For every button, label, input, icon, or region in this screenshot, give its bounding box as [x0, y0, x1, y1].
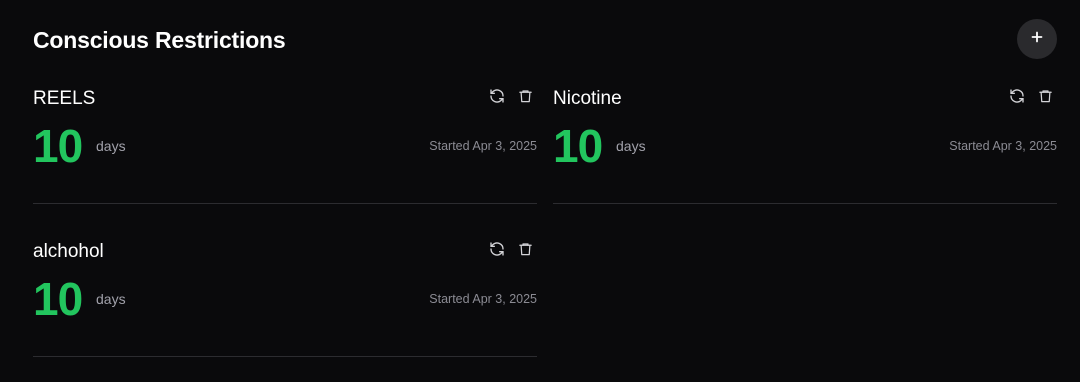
day-unit: days	[96, 138, 126, 154]
day-unit: days	[96, 291, 126, 307]
refresh-icon	[1009, 88, 1025, 109]
start-date: Started Apr 3, 2025	[429, 292, 537, 306]
restriction-card: alchohol 10 days Started Apr 3, 2025	[33, 237, 537, 357]
reset-button[interactable]	[487, 88, 507, 108]
day-unit: days	[616, 138, 646, 154]
reset-button[interactable]	[1007, 88, 1027, 108]
add-restriction-button[interactable]	[1017, 19, 1057, 59]
delete-button[interactable]	[515, 241, 535, 261]
restriction-name: Nicotine	[553, 88, 622, 109]
restriction-card: REELS 10 days Started Apr 3, 2025	[33, 84, 537, 204]
refresh-icon	[489, 88, 505, 109]
day-count: 10	[553, 120, 603, 172]
page-title: Conscious Restrictions	[33, 27, 286, 53]
trash-icon	[1038, 88, 1053, 109]
restrictions-page: Conscious Restrictions REELS 10 days Sta…	[0, 0, 1080, 382]
start-date: Started Apr 3, 2025	[949, 139, 1057, 153]
plus-icon	[1030, 30, 1044, 49]
reset-button[interactable]	[487, 241, 507, 261]
refresh-icon	[489, 241, 505, 262]
restriction-name: alchohol	[33, 241, 104, 262]
delete-button[interactable]	[515, 88, 535, 108]
day-count: 10	[33, 273, 83, 325]
day-count: 10	[33, 120, 83, 172]
start-date: Started Apr 3, 2025	[429, 139, 537, 153]
trash-icon	[518, 88, 533, 109]
trash-icon	[518, 241, 533, 262]
restriction-card: Nicotine 10 days Started Apr 3, 2025	[553, 84, 1057, 204]
restriction-name: REELS	[33, 88, 96, 109]
delete-button[interactable]	[1035, 88, 1055, 108]
